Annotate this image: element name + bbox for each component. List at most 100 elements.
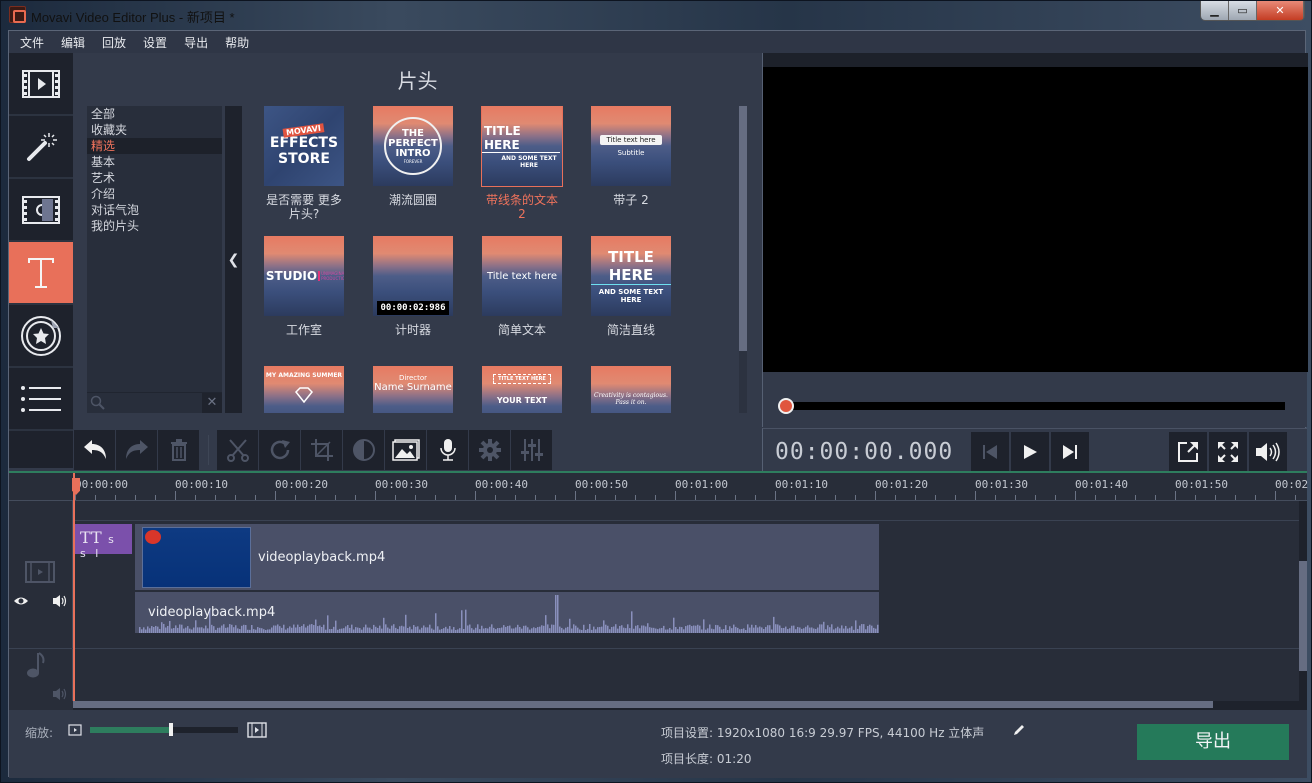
zoom-slider-handle[interactable] xyxy=(169,723,174,736)
volume-button[interactable] xyxy=(1249,432,1287,472)
color-adjust-button[interactable] xyxy=(343,430,384,470)
title-tile[interactable]: MOVAVI EFFECTS STORE 是否需要 更多 片头? xyxy=(264,106,344,221)
ruler-tick-mark xyxy=(955,495,956,500)
waveform-bar xyxy=(571,628,573,633)
waveform-bar xyxy=(557,595,559,633)
sidebar-item-transitions[interactable] xyxy=(9,179,73,242)
waveform-bar xyxy=(813,628,815,633)
title-tile[interactable]: Title text here 简单文本 xyxy=(482,236,562,346)
cut-button[interactable] xyxy=(217,430,258,470)
video-clip[interactable]: videoplayback.mp4 xyxy=(135,524,879,590)
export-button[interactable]: 导出 xyxy=(1137,724,1289,760)
clear-search-button[interactable]: ✕ xyxy=(202,393,222,413)
waveform-bar xyxy=(413,625,415,633)
image-button[interactable] xyxy=(385,430,426,470)
timeline-ruler[interactable]: 00:00:00 00:00:10 00:00:20 00:00:30 00:00:40… xyxy=(9,473,1308,501)
title-tile[interactable]: TITLE TEXT HERE YOUR TEXT xyxy=(482,366,562,413)
seek-knob[interactable] xyxy=(778,398,794,414)
sidebar-item-titles[interactable] xyxy=(9,242,73,305)
zoom-in-film-icon[interactable] xyxy=(247,722,267,738)
zoom-out-film-icon[interactable] xyxy=(68,724,82,736)
maximize-button[interactable]: ▭ xyxy=(1229,1,1257,20)
title-tile[interactable]: Title text here Subtitle 带子 2 xyxy=(591,106,671,216)
zoom-slider[interactable] xyxy=(90,727,238,733)
menu-help[interactable]: 帮助 xyxy=(225,34,249,51)
menu-export[interactable]: 导出 xyxy=(184,34,208,51)
collapse-categories-button[interactable]: ❮ xyxy=(225,106,242,413)
title-tile[interactable]: MY AMAZING SUMMER xyxy=(264,366,344,413)
scrollbar-thumb[interactable] xyxy=(73,701,1213,708)
title-tile[interactable]: 00:00:02:986 计时器 xyxy=(373,236,453,346)
close-button[interactable]: ✕ xyxy=(1257,1,1304,20)
seek-bar[interactable] xyxy=(785,402,1285,410)
waveform-bar xyxy=(303,624,305,633)
pencil-edit-icon[interactable] xyxy=(1012,723,1026,737)
ruler-tick-mark xyxy=(915,495,916,500)
scrollbar-thumb[interactable] xyxy=(1299,561,1307,671)
delete-button[interactable] xyxy=(158,430,199,470)
play-button[interactable] xyxy=(1011,432,1049,472)
waveform-bar xyxy=(711,628,713,633)
record-audio-button[interactable] xyxy=(427,430,468,470)
app-window: Movavi Video Editor Plus - 新项目 * ▁ ▭ ✕ 文… xyxy=(0,0,1312,783)
sidebar-item-filters[interactable] xyxy=(9,116,73,179)
playhead-line[interactable] xyxy=(73,473,75,701)
waveform-bar xyxy=(415,626,417,633)
waveform-bar xyxy=(247,629,249,633)
sidebar-item-stickers[interactable] xyxy=(9,305,73,368)
category-search-input[interactable]: ✕ xyxy=(87,392,222,413)
waveform-bar xyxy=(651,627,653,633)
category-item[interactable]: 基本 xyxy=(87,154,222,170)
menu-playback[interactable]: 回放 xyxy=(102,34,126,51)
scrollbar-thumb[interactable] xyxy=(739,106,747,351)
waveform-bar xyxy=(159,628,161,633)
title-tile-selected[interactable]: TITLE HERE AND SOME TEXT HERE 带线条的文本 2 xyxy=(481,106,563,221)
detach-preview-button[interactable] xyxy=(1169,432,1207,472)
redo-button[interactable] xyxy=(116,430,157,470)
waveform-bar xyxy=(831,624,833,633)
category-item[interactable]: 全部 xyxy=(87,106,222,122)
minimize-button[interactable]: ▁ xyxy=(1201,1,1229,20)
settings-button[interactable] xyxy=(469,430,510,470)
titles-scrollbar[interactable] xyxy=(739,106,747,413)
title-clip[interactable]: TT s s l xyxy=(74,524,132,560)
audio-clip[interactable]: videoplayback.mp4 xyxy=(135,592,879,633)
undo-button[interactable] xyxy=(74,430,115,470)
menu-settings[interactable]: 设置 xyxy=(143,34,167,51)
waveform-bar xyxy=(205,625,207,633)
crop-button[interactable] xyxy=(301,430,342,470)
title-tile[interactable]: Creativity is contagious. Pass it on. xyxy=(591,366,671,413)
category-item[interactable]: 艺术 xyxy=(87,170,222,186)
fullscreen-button[interactable] xyxy=(1209,432,1247,472)
sidebar-item-import[interactable] xyxy=(9,53,73,116)
menu-edit[interactable]: 编辑 xyxy=(61,34,85,51)
menu-file[interactable]: 文件 xyxy=(20,34,44,51)
previous-frame-button[interactable] xyxy=(971,432,1009,472)
sidebar-item-more[interactable] xyxy=(9,368,73,431)
title-tile[interactable]: THE PERFECT INTRO FOREVER 潮流圆圈 xyxy=(373,106,453,216)
title-tile[interactable]: STUDIO UNIMAGINABLE PRODUCTION 工作室 xyxy=(264,236,344,346)
waveform-bar xyxy=(371,629,373,633)
category-item[interactable]: 收藏夹 xyxy=(87,122,222,138)
waveform-bar xyxy=(755,625,757,633)
rotate-button[interactable] xyxy=(259,430,300,470)
title-tile[interactable]: Director Name Surname xyxy=(373,366,453,413)
timeline-vertical-scrollbar[interactable] xyxy=(1299,501,1307,710)
waveform-bar xyxy=(333,626,335,633)
next-frame-button[interactable] xyxy=(1051,432,1089,472)
ruler-tick-mark xyxy=(975,491,976,500)
timeline-horizontal-scrollbar[interactable] xyxy=(73,701,1299,710)
category-item[interactable]: 对话气泡 xyxy=(87,202,222,218)
waveform-bar xyxy=(231,624,233,633)
waveform-bar xyxy=(587,628,589,633)
category-item[interactable]: 我的片头 xyxy=(87,218,222,234)
waveform-bar xyxy=(589,624,591,633)
category-item[interactable]: 介绍 xyxy=(87,186,222,202)
title-tile[interactable]: TITLE HERE AND SOME TEXT HERE 简洁直线 xyxy=(591,236,671,346)
waveform-bar xyxy=(783,627,785,633)
waveform-bar xyxy=(481,625,483,633)
preview-screen[interactable] xyxy=(763,67,1308,372)
category-item-selected[interactable]: 精选 xyxy=(87,138,222,154)
equalizer-button[interactable] xyxy=(511,430,552,470)
waveform-bar xyxy=(351,624,353,633)
